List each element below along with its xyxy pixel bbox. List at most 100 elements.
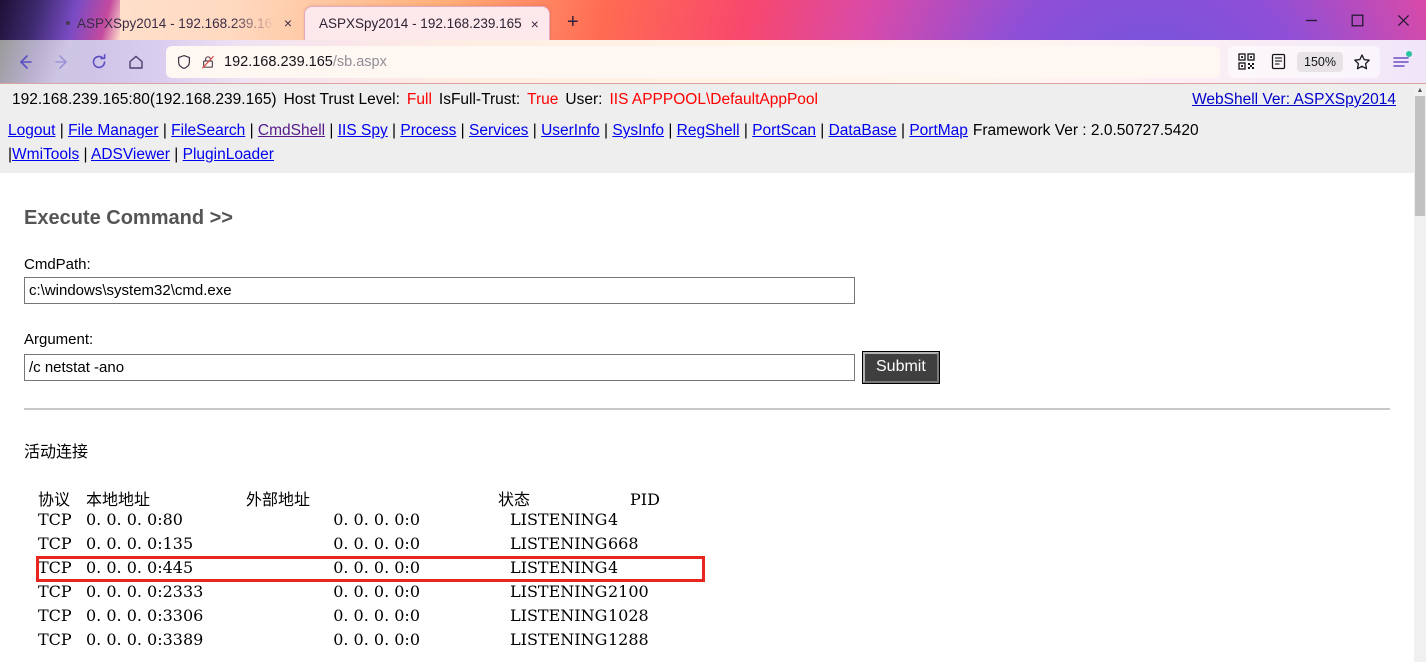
argument-input[interactable] — [24, 353, 855, 381]
nav-link-database[interactable]: DataBase — [829, 122, 897, 139]
page-scrollbar[interactable]: ▲ — [1414, 84, 1426, 662]
user-label: User: — [565, 91, 603, 108]
nav-link-wmitools[interactable]: WmiTools — [12, 146, 79, 163]
column-header-pid: PID — [630, 489, 660, 509]
new-tab-button[interactable]: + — [558, 7, 588, 37]
nav-separator: | — [245, 122, 258, 139]
home-button[interactable] — [119, 45, 153, 79]
zoom-level-badge[interactable]: 150% — [1297, 51, 1343, 72]
shield-icon[interactable] — [176, 54, 192, 70]
title-bar: ASPXSpy2014 - 192.168.239.165 × ASPXSpy2… — [0, 0, 1426, 40]
cmdpath-label: CmdPath: — [24, 256, 91, 273]
trust-level-value: Full — [406, 91, 432, 108]
nav-link-file-manager[interactable]: File Manager — [68, 122, 158, 139]
nav-link-userinfo[interactable]: UserInfo — [541, 122, 600, 139]
cell-state: LISTENING — [510, 605, 608, 625]
cell-remote-address: 0. 0. 0. 0:0 — [333, 509, 420, 529]
nav-separator: | — [55, 122, 69, 139]
nav-separator: | — [169, 146, 183, 163]
column-header-local-address: 本地地址 — [86, 489, 151, 509]
cell-local-address: 0. 0. 0. 0:445 — [86, 557, 194, 577]
nav-link-sysinfo[interactable]: SysInfo — [612, 122, 664, 139]
nav-link-process[interactable]: Process — [400, 122, 456, 139]
isfull-trust-label: IsFull-Trust: — [438, 91, 521, 108]
cell-remote-address: 0. 0. 0. 0:0 — [333, 557, 420, 577]
nav-link-services[interactable]: Services — [469, 122, 528, 139]
cell-pid: 2100 — [608, 581, 649, 601]
trust-level-label: Host Trust Level: — [283, 91, 400, 108]
url-bar[interactable]: 192.168.239.165/sb.aspx — [166, 45, 1221, 78]
tab-close-icon[interactable]: × — [531, 17, 539, 31]
nav-link-portscan[interactable]: PortScan — [752, 122, 816, 139]
cell-state: LISTENING — [510, 509, 608, 529]
cell-state: LISTENING — [510, 557, 608, 577]
scrollbar-thumb[interactable] — [1415, 96, 1425, 216]
nav-link-cmdshell[interactable]: CmdShell — [258, 122, 325, 139]
cell-local-address: 0. 0. 0. 0:80 — [86, 509, 183, 529]
cell-state: LISTENING — [510, 533, 608, 553]
nav-link-adsviewer[interactable]: ADSViewer — [91, 146, 170, 163]
column-header-state: 状态 — [498, 489, 531, 509]
webshell-nav: Logout | File Manager | FileSearch | Cmd… — [0, 116, 1414, 173]
nav-separator: | — [158, 122, 172, 139]
cmdpath-input[interactable] — [24, 277, 855, 304]
tab-strip: ASPXSpy2014 - 192.168.239.165 × ASPXSpy2… — [0, 0, 1288, 40]
cell-protocol: TCP — [38, 581, 72, 601]
lock-crossed-out-icon[interactable] — [200, 54, 216, 70]
cell-protocol: TCP — [38, 629, 72, 649]
browser-window: ASPXSpy2014 - 192.168.239.165 × ASPXSpy2… — [0, 0, 1426, 663]
back-button[interactable] — [8, 45, 42, 79]
forward-button[interactable] — [45, 45, 79, 79]
server-address: 192.168.239.165:80(192.168.239.165) — [12, 91, 277, 108]
nav-row-2: |WmiTools | ADSViewer | PluginLoader — [8, 146, 274, 163]
cell-pid: 1288 — [608, 629, 649, 649]
table-row: TCP 0. 0. 0. 0:80 0. 0. 0. 0:0 LISTENING… — [24, 510, 1390, 534]
nav-link-pluginloader[interactable]: PluginLoader — [183, 146, 274, 163]
minimize-button[interactable] — [1288, 0, 1334, 40]
window-controls — [1288, 0, 1426, 40]
cell-state: LISTENING — [510, 629, 608, 649]
cell-state: LISTENING — [510, 581, 608, 601]
qr-code-icon[interactable] — [1230, 46, 1262, 78]
server-status-bar: 192.168.239.165:80(192.168.239.165) Host… — [0, 84, 1414, 116]
star-icon[interactable] — [1346, 46, 1378, 78]
submit-button[interactable]: Submit — [862, 351, 940, 384]
nav-link-portmap[interactable]: PortMap — [909, 122, 968, 139]
nav-separator: | — [325, 122, 338, 139]
cell-remote-address: 0. 0. 0. 0:0 — [333, 581, 420, 601]
cell-protocol: TCP — [38, 605, 72, 625]
maximize-button[interactable] — [1334, 0, 1380, 40]
reload-button[interactable] — [82, 45, 116, 79]
cell-protocol: TCP — [38, 533, 72, 553]
tab-close-icon[interactable]: × — [284, 16, 292, 30]
cell-protocol: TCP — [38, 557, 72, 577]
nav-separator: | — [528, 122, 542, 139]
webshell-version-link[interactable]: WebShell Ver: ASPXSpy2014 — [1192, 91, 1396, 109]
nav-link-regshell[interactable]: RegShell — [677, 122, 740, 139]
url-host: 192.168.239.165 — [224, 53, 333, 70]
browser-tab-1[interactable]: ASPXSpy2014 - 192.168.239.165 × — [52, 6, 302, 40]
column-header-protocol: 协议 — [38, 489, 71, 509]
nav-separator: | — [815, 122, 829, 139]
column-header-remote-address: 外部地址 — [246, 489, 311, 509]
main-panel: Execute Command >> CmdPath: Argument: Su… — [0, 207, 1414, 654]
menu-update-badge — [1406, 50, 1412, 57]
reader-view-icon[interactable] — [1262, 46, 1294, 78]
cell-remote-address: 0. 0. 0. 0:0 — [333, 533, 420, 553]
cell-protocol: TCP — [38, 509, 72, 529]
table-row-highlighted: TCP 0. 0. 0. 0:2333 0. 0. 0. 0:0 LISTENI… — [24, 582, 1390, 606]
scroll-up-arrow[interactable]: ▲ — [1414, 84, 1426, 96]
close-button[interactable] — [1380, 0, 1426, 40]
framework-version: Framework Ver : 2.0.50727.5420 — [972, 122, 1199, 139]
nav-link-logout[interactable]: Logout — [8, 122, 55, 139]
url-text: 192.168.239.165/sb.aspx — [224, 54, 387, 70]
isfull-trust-value: True — [527, 91, 559, 108]
nav-row-1: Logout | File Manager | FileSearch | Cmd… — [8, 122, 1199, 139]
nav-separator: | — [456, 122, 469, 139]
nav-link-filesearch[interactable]: FileSearch — [171, 122, 245, 139]
nav-link-iis-spy[interactable]: IIS Spy — [338, 122, 388, 139]
cell-local-address: 0. 0. 0. 0:3306 — [86, 605, 204, 625]
browser-tab-2[interactable]: ASPXSpy2014 - 192.168.239.165 × — [304, 6, 550, 40]
hamburger-menu-icon[interactable] — [1384, 46, 1418, 78]
navigation-toolbar: 192.168.239.165/sb.aspx 150% — [0, 40, 1426, 84]
